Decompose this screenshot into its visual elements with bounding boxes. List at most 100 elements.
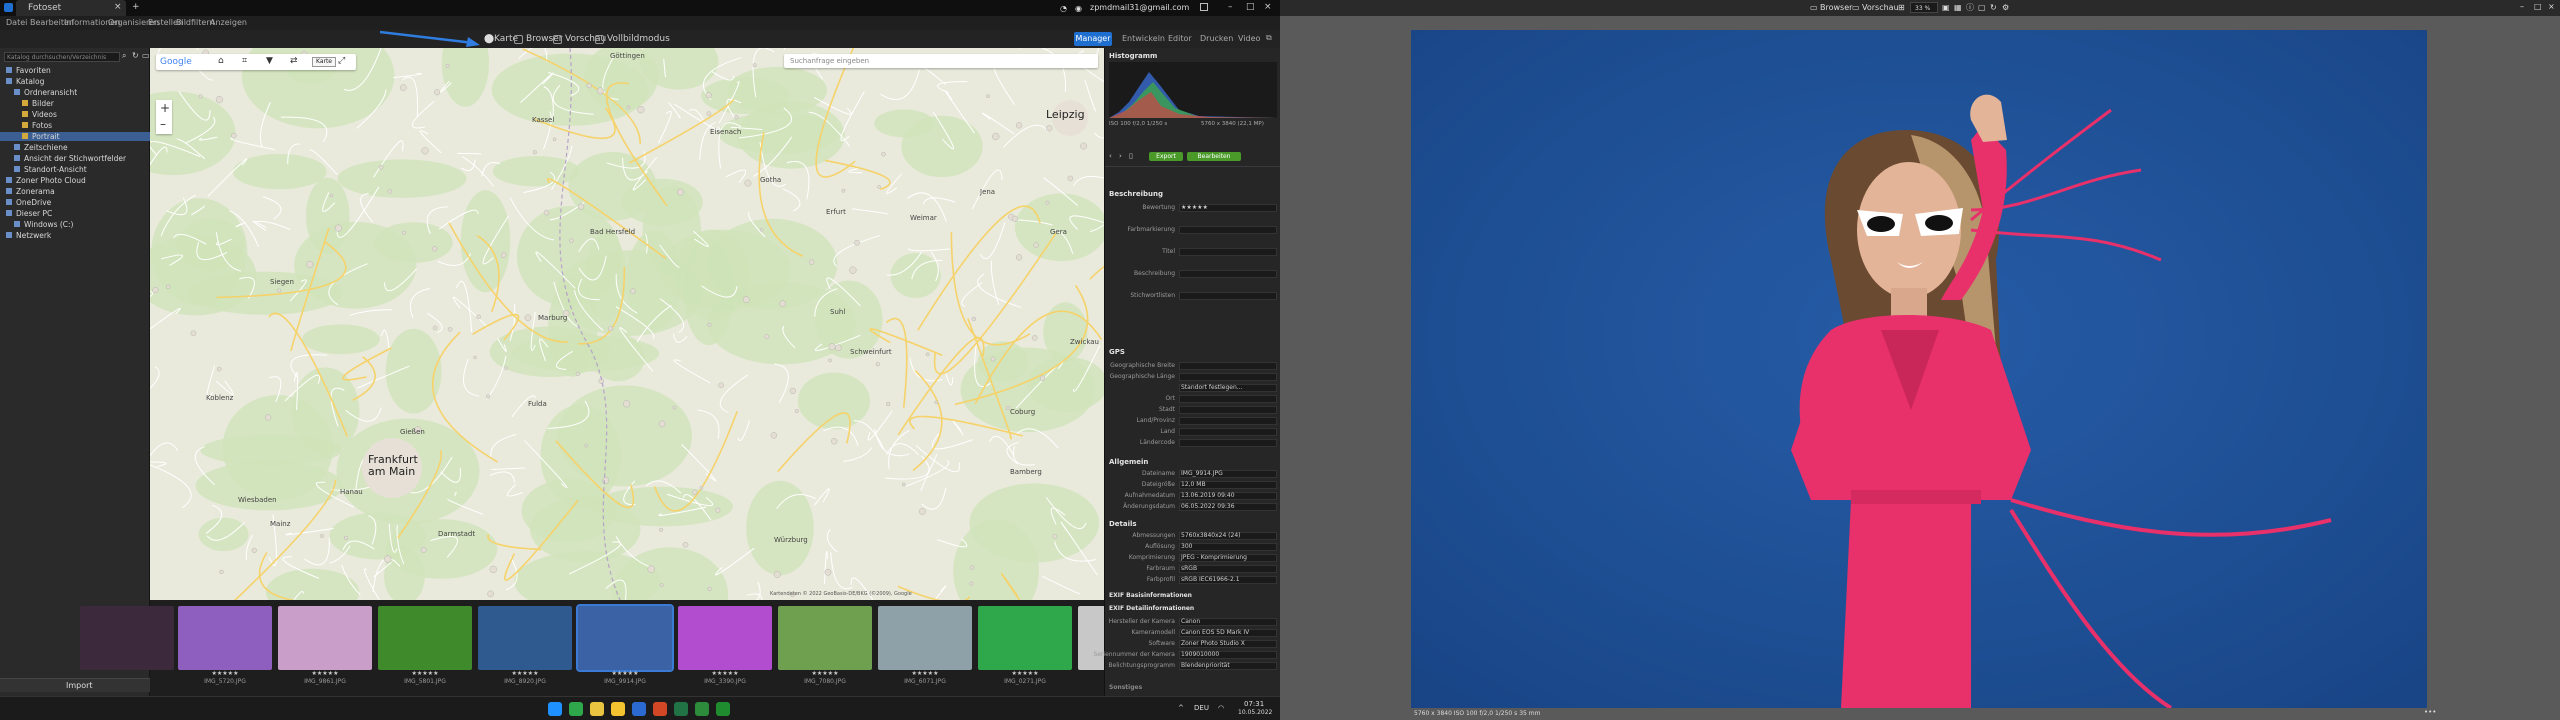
exif-basic-section-title[interactable]: EXIF Basisinformationen xyxy=(1109,592,1277,602)
filmstrip-thumbnail[interactable] xyxy=(778,606,872,670)
filmstrip-thumbnail[interactable] xyxy=(80,606,174,670)
sidebar-item[interactable]: Netzwerk xyxy=(0,231,150,240)
preview-preview-button[interactable]: Vorschau xyxy=(1862,4,1899,12)
sidebar-item[interactable]: Dieser PC xyxy=(0,209,150,218)
menu-item-anzeigen[interactable]: Anzeigen xyxy=(210,19,247,27)
import-button[interactable]: Import xyxy=(0,678,150,692)
zoom-selector[interactable]: 33 % xyxy=(1910,2,1938,13)
sidebar-item[interactable]: Portrait xyxy=(0,132,150,141)
property-field[interactable] xyxy=(1179,226,1277,234)
thumbnail-rating[interactable]: ★★★★★ xyxy=(378,670,472,677)
catalog-search-input[interactable]: Katalog durchsuchen/Verzeichnis xyxy=(4,52,120,62)
settings-icon[interactable]: ⚙ xyxy=(2002,4,2009,12)
filmstrip-thumbnail[interactable] xyxy=(878,606,972,670)
powerpoint-icon[interactable] xyxy=(653,702,667,716)
thumbnail-rating[interactable]: ★★★★★ xyxy=(178,670,272,677)
mode-print-button[interactable]: Drucken xyxy=(1200,35,1233,43)
mode-editor-button[interactable]: Editor xyxy=(1168,35,1192,43)
export-button[interactable]: Export xyxy=(1149,152,1183,161)
thumbnail-rating[interactable]: ★★★★★ xyxy=(978,670,1072,677)
rotate-icon[interactable]: ↻ xyxy=(1990,4,1997,12)
compare-icon[interactable]: ▣ xyxy=(1942,4,1950,12)
sidebar-item[interactable]: Ordneransicht xyxy=(0,88,150,97)
filmstrip-thumbnail[interactable] xyxy=(576,604,674,672)
zoom-out-button[interactable]: – xyxy=(160,117,166,131)
fit-icon[interactable]: ⊞ xyxy=(1898,4,1905,12)
filmstrip-thumbnail[interactable] xyxy=(278,606,372,670)
tray-language[interactable]: DEU xyxy=(1194,704,1209,712)
home-icon[interactable]: ⌂ xyxy=(218,56,224,66)
edit-button[interactable]: Bearbeiten xyxy=(1187,152,1241,161)
filmstrip-thumbnail[interactable] xyxy=(978,606,1072,670)
refresh-icon[interactable]: ↻ xyxy=(132,51,139,60)
arrows-icon[interactable]: ⇄ xyxy=(290,56,298,66)
word-icon[interactable] xyxy=(632,702,646,716)
more-section-title[interactable]: Sonstiges xyxy=(1109,684,1277,694)
thumbnail-rating[interactable]: ★★★★★ xyxy=(878,670,972,677)
account-icon[interactable]: ◉ xyxy=(1075,4,1082,13)
sidebar-item[interactable]: Zeitschiene xyxy=(0,143,150,152)
photo-app-icon[interactable] xyxy=(695,702,709,716)
gps-section-title[interactable]: GPS xyxy=(1109,348,1277,358)
prev-image-icon[interactable]: ‹ xyxy=(1109,152,1112,160)
start-button-icon[interactable] xyxy=(548,702,562,716)
minimize-icon[interactable]: – xyxy=(1228,3,1233,12)
property-field[interactable] xyxy=(1179,395,1277,403)
maximize-right-icon[interactable]: □ xyxy=(2534,3,2542,11)
sidebar-item[interactable]: Windows (C:) xyxy=(0,220,150,229)
property-field[interactable] xyxy=(1179,406,1277,414)
sidebar-item[interactable]: Zoner Photo Cloud xyxy=(0,176,150,185)
lock-icon[interactable]: ▢ xyxy=(1978,4,1986,12)
menu-item-bildfiltern[interactable]: Bildfiltern xyxy=(176,19,215,27)
expand-icon[interactable]: ⤢ xyxy=(338,56,345,66)
external-window-icon[interactable]: ⧉ xyxy=(1266,34,1272,42)
sidebar-item[interactable]: Bilder xyxy=(0,99,150,108)
zoom-in-button[interactable]: + xyxy=(160,101,170,115)
view-fullscreen-button[interactable]: Vollbildmodus xyxy=(607,35,670,44)
details-section-title[interactable]: Details xyxy=(1109,520,1277,530)
thumbnail-rating[interactable]: ★★★★★ xyxy=(678,670,772,677)
menu-item-datei[interactable]: Datei xyxy=(6,19,27,27)
filmstrip-thumbnail[interactable] xyxy=(178,606,272,670)
sidebar-item[interactable]: Favoriten xyxy=(0,66,150,75)
mode-manager-button[interactable]: Manager xyxy=(1074,32,1112,46)
property-field[interactable] xyxy=(1179,248,1277,256)
tab-fotoset[interactable]: Fotoset × xyxy=(16,0,126,16)
filmstrip-thumbnail[interactable] xyxy=(678,606,772,670)
minimize-right-icon[interactable]: – xyxy=(2520,3,2524,11)
property-field[interactable] xyxy=(1179,270,1277,278)
sidebar-item[interactable]: OneDrive xyxy=(0,198,150,207)
preview-browser-button[interactable]: Browser xyxy=(1820,4,1852,12)
thumbnail-rating[interactable]: ★★★★★ xyxy=(278,670,372,677)
folder-icon[interactable]: ▭ xyxy=(142,51,150,60)
filmstrip-thumbnail[interactable] xyxy=(378,606,472,670)
search-icon[interactable]: ⌕ xyxy=(122,51,126,61)
filmstrip-thumbnail[interactable] xyxy=(478,606,572,670)
photo-app-2-icon[interactable] xyxy=(716,702,730,716)
map-search-input[interactable]: Suchanfrage eingeben xyxy=(784,54,1098,68)
taskbar-app-icon[interactable] xyxy=(569,702,583,716)
tray-time[interactable]: 07:31 xyxy=(1244,700,1264,708)
sidebar-item[interactable]: Katalog xyxy=(0,77,150,86)
sidebar-item[interactable]: Fotos xyxy=(0,121,150,130)
excel-icon[interactable] xyxy=(674,702,688,716)
sidebar-item[interactable]: Standort-Ansicht xyxy=(0,165,150,174)
close-right-icon[interactable]: × xyxy=(2548,3,2555,11)
maximize-icon[interactable]: □ xyxy=(1246,3,1255,12)
sidebar-item[interactable]: Zonerama xyxy=(0,187,150,196)
property-field[interactable] xyxy=(1179,417,1277,425)
layout-icon[interactable] xyxy=(1200,3,1208,11)
crop-icon[interactable]: ⌗ xyxy=(242,56,247,66)
general-section-title[interactable]: Allgemein xyxy=(1109,458,1277,468)
sidebar-item[interactable]: Videos xyxy=(0,110,150,119)
property-field[interactable] xyxy=(1179,439,1277,447)
description-section-title[interactable]: Beschreibung xyxy=(1109,190,1277,200)
tray-date[interactable]: 10.05.2022 xyxy=(1238,709,1272,716)
thumbnail-rating[interactable]: ★★★★★ xyxy=(478,670,572,677)
map-provider-selector[interactable]: Google xyxy=(160,57,192,67)
grid-icon[interactable]: ▦ xyxy=(1954,4,1962,12)
property-field[interactable] xyxy=(1179,428,1277,436)
exif-detail-section-title[interactable]: EXIF Detailinformationen xyxy=(1109,605,1277,615)
map-view[interactable]: Google ⌂ ⌗ ▼ ⇄ ◉ ⤢ + – Suchanfrage einge… xyxy=(150,48,1104,600)
account-email[interactable]: zpmdmail31@gmail.com xyxy=(1090,4,1189,12)
